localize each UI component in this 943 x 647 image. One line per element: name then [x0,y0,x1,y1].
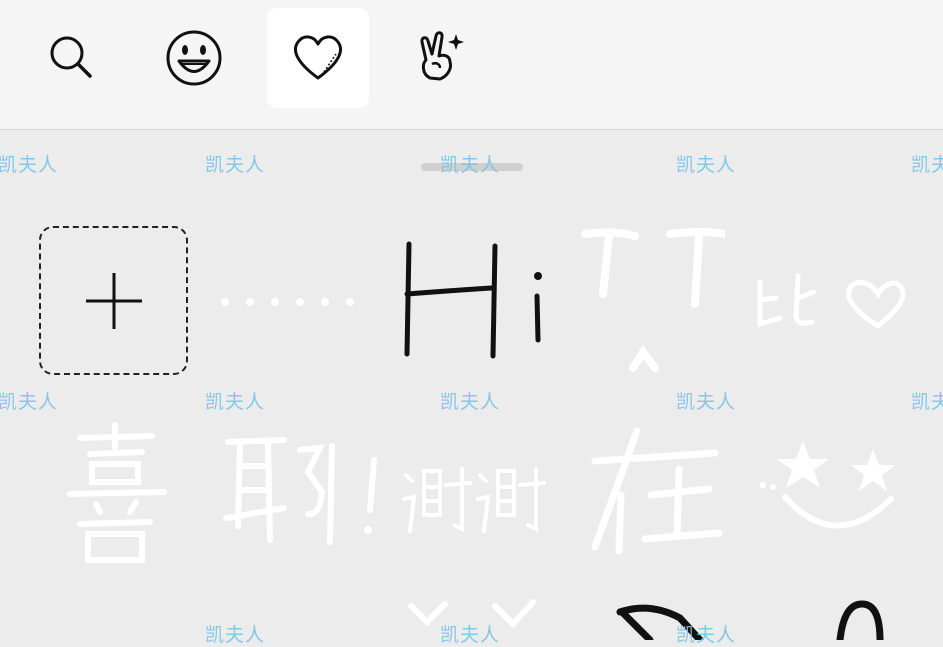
bi-heart-sticker[interactable] [750,268,910,338]
victory-hand-sparkle-icon [420,31,464,81]
watermark: 凯夫人 [676,391,737,413]
tab-search[interactable] [21,8,123,108]
watermark: 凯夫人 [440,154,501,176]
plus-icon [85,272,142,329]
add-sticker-button[interactable] [39,226,188,375]
smiley-icon [166,30,222,86]
sticker-toolbar [0,0,943,130]
xi-sticker[interactable] [60,420,170,570]
hi-sticker[interactable] [395,236,555,366]
cry-face-sticker[interactable] [575,222,725,372]
watermark: 凯夫人 [440,624,501,646]
search-icon [50,36,92,78]
watermark: 凯夫人 [676,154,737,176]
watermark: 凯夫人 [440,391,501,413]
watermark: 凯夫人 [911,391,943,413]
watermark: 凯夫人 [911,154,943,176]
watermark: 凯夫人 [205,624,266,646]
watermark: 凯夫人 [205,154,266,176]
watermark: 凯夫人 [676,624,737,646]
xiexie-sticker[interactable] [400,455,550,545]
watermark: 凯夫人 [205,391,266,413]
ye-sticker[interactable] [220,430,390,550]
watermark: 凯夫人 [0,154,59,176]
tab-favorites[interactable] [267,8,369,108]
watermark: 凯夫人 [0,391,59,413]
heart-icon [294,35,342,80]
tab-emoji[interactable] [143,8,245,108]
star-smile-sticker[interactable] [755,435,905,545]
black-drawing-sticker-partial[interactable] [610,598,900,640]
dots-sticker[interactable] [215,285,365,315]
zai-sticker[interactable] [585,425,725,555]
tab-gestures[interactable] [389,8,491,108]
